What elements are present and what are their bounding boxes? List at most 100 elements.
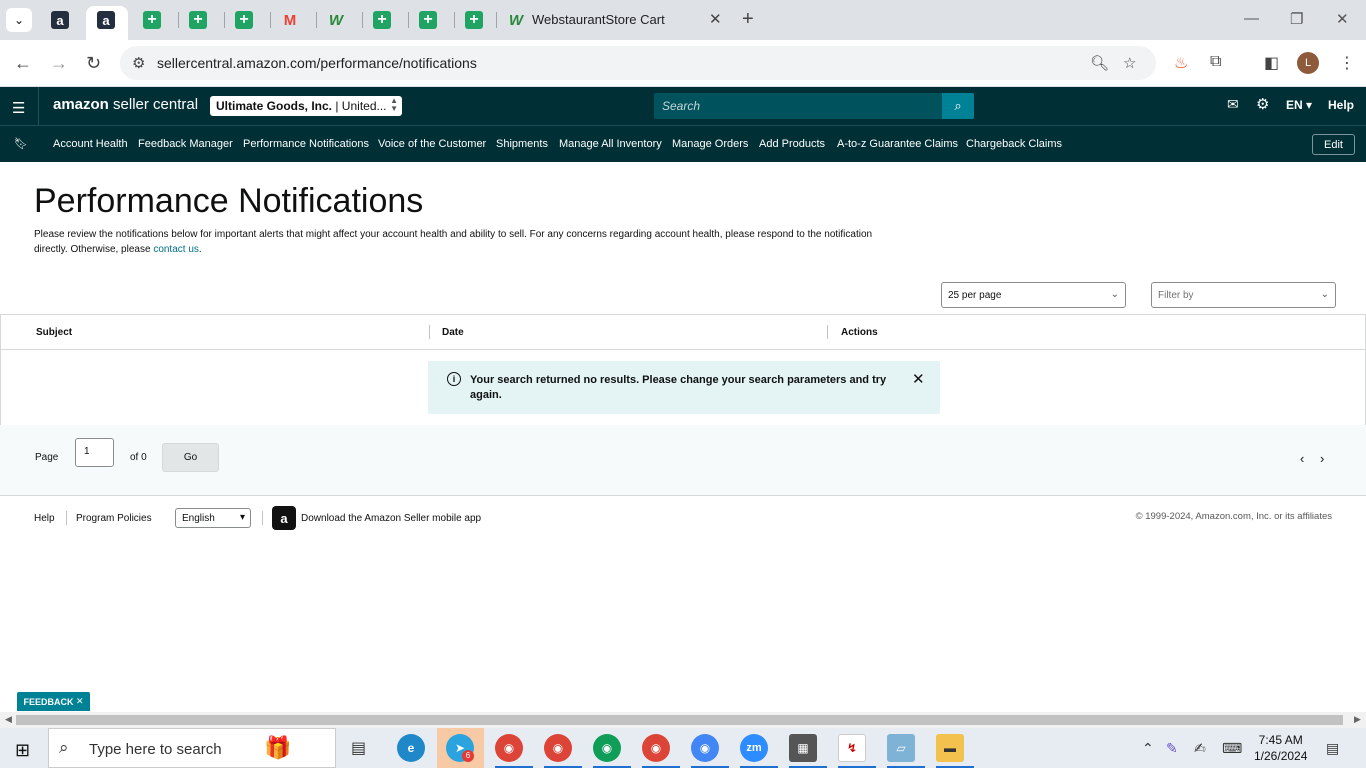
page-number-input[interactable]: 1 (75, 438, 114, 467)
footer-language-select[interactable]: English ▾ (175, 508, 251, 528)
alert-close-icon[interactable]: ✕ (912, 370, 925, 388)
seller-search-input[interactable]: Search (654, 93, 942, 119)
footer-program-policies-link[interactable]: Program Policies (76, 513, 152, 524)
browser-tab-strip: ⌄ a a + + + M W + + + W WebstaurantStore… (0, 0, 1366, 40)
bookmark-star-icon[interactable]: ☆ (1123, 54, 1136, 72)
task-view-icon[interactable]: ▤ (351, 738, 366, 758)
pen-icon[interactable]: ✎ (1166, 740, 1178, 757)
nav-a-to-z-claims[interactable]: A-to-z Guarantee Claims (837, 138, 958, 150)
nav-voice-of-customer[interactable]: Voice of the Customer (378, 138, 486, 150)
windows-taskbar: ⊞ ⌕ Type here to search 🎁 ▤ e ➤ 6 ◉ ◉ ◉ … (0, 728, 1366, 768)
scrollbar-thumb[interactable] (16, 715, 1343, 725)
nav-add-products[interactable]: Add Products (759, 138, 825, 150)
tab-webstaurant-icon[interactable]: W (507, 11, 525, 29)
tab-sheets-icon[interactable]: + (189, 11, 207, 29)
language-selector[interactable]: EN ▾ (1286, 98, 1312, 112)
minimize-icon[interactable]: — (1244, 10, 1259, 27)
next-page-icon[interactable]: › (1320, 451, 1324, 466)
zoom-icon[interactable]: 🔍︎ (1090, 54, 1109, 72)
tab-amazon-active-icon[interactable]: a (97, 11, 115, 29)
nav-shipments[interactable]: Shipments (496, 138, 548, 150)
column-subject[interactable]: Subject (36, 327, 72, 338)
browser-menu-icon[interactable]: ⋮ (1339, 53, 1355, 73)
bookmark-icon[interactable]: 🔖︎ (14, 137, 28, 150)
telegram-badge: 6 (462, 750, 474, 762)
nav-manage-orders[interactable]: Manage Orders (672, 138, 748, 150)
profile-avatar[interactable]: L (1297, 52, 1319, 74)
tab-sheets-icon[interactable]: + (143, 11, 161, 29)
tray-expand-icon[interactable]: ⌃ (1142, 740, 1154, 757)
keyboard-icon[interactable]: ⌨ (1222, 740, 1242, 757)
back-icon[interactable]: ← (14, 53, 32, 74)
forward-icon[interactable]: → (50, 53, 68, 74)
contact-us-link[interactable]: contact us (153, 244, 199, 255)
seller-central-logo[interactable]: amazon seller central (53, 96, 198, 113)
chrome-profile-icon[interactable]: ◉ (691, 734, 719, 762)
nav-manage-inventory[interactable]: Manage All Inventory (559, 138, 662, 150)
notifications-icon[interactable]: ▤ (1326, 740, 1339, 757)
chrome-profile-icon[interactable]: ◉ (495, 734, 523, 762)
taskbar-search[interactable]: ⌕ Type here to search 🎁 (48, 728, 336, 768)
tab-title[interactable]: WebstaurantStore Cart (532, 12, 665, 27)
taskbar-search-placeholder: Type here to search (89, 741, 222, 758)
footer-help-link[interactable]: Help (34, 513, 55, 524)
tab-separator (224, 12, 225, 28)
chrome-profile-icon[interactable]: ◉ (544, 734, 572, 762)
per-page-select[interactable]: 25 per page ⌄ (941, 282, 1126, 308)
tab-gmail-icon[interactable]: M (281, 11, 299, 29)
chrome-profile-icon[interactable]: ◉ (593, 734, 621, 762)
extension-fire-icon[interactable]: ♨ (1174, 53, 1188, 73)
account-region: | United... (335, 99, 387, 113)
edge-icon[interactable]: e (397, 734, 425, 762)
tab-search-dropdown-icon[interactable]: ⌄ (6, 8, 32, 32)
calculator-icon[interactable]: ▦ (789, 734, 817, 762)
hamburger-menu-icon[interactable]: ☰ (12, 99, 25, 117)
address-bar[interactable]: ⚙ sellercentral.amazon.com/performance/n… (120, 46, 1156, 80)
nav-feedback-manager[interactable]: Feedback Manager (138, 138, 233, 150)
filter-select[interactable]: Filter by ⌄ (1151, 282, 1336, 308)
footer-app-download-link[interactable]: Download the Amazon Seller mobile app (301, 513, 481, 524)
tab-close-icon[interactable]: ✕ (709, 10, 722, 28)
url-text[interactable]: sellercentral.amazon.com/performance/not… (157, 55, 477, 71)
mail-icon[interactable]: ✉ (1227, 96, 1239, 113)
tab-webstaurant-icon[interactable]: W (327, 11, 345, 29)
notepad-icon[interactable]: ▱ (887, 734, 915, 762)
new-tab-icon[interactable]: + (742, 8, 754, 31)
column-date[interactable]: Date (442, 327, 464, 338)
scroll-right-icon[interactable]: ▶ (1354, 714, 1361, 725)
prev-page-icon[interactable]: ‹ (1300, 451, 1304, 466)
side-panel-icon[interactable]: ◧ (1264, 53, 1279, 73)
zoom-app-icon[interactable]: zm (740, 734, 768, 762)
feedback-tab[interactable]: FEEDBACK ✕ (17, 692, 90, 711)
chrome-profile-icon[interactable]: ◉ (642, 734, 670, 762)
page-total-label: of 0 (130, 452, 147, 463)
window-close-icon[interactable]: ✕ (1336, 10, 1349, 28)
extensions-puzzle-icon[interactable]: ⧉ (1210, 53, 1221, 71)
nav-edit-button[interactable]: Edit (1312, 134, 1355, 155)
account-switcher[interactable]: Ultimate Goods, Inc. | United... ▲ ▼ (210, 96, 402, 116)
logo-sub-text: seller central (113, 96, 199, 113)
header-help-link[interactable]: Help (1328, 98, 1354, 112)
file-explorer-icon[interactable]: ▬ (936, 734, 964, 762)
nav-account-health[interactable]: Account Health (53, 138, 128, 150)
site-info-icon[interactable]: ⚙ (132, 54, 145, 72)
tab-sheets-icon[interactable]: + (419, 11, 437, 29)
nav-performance-notifications[interactable]: Performance Notifications (243, 138, 369, 150)
taskbar-clock[interactable]: 7:45 AM 1/26/2024 (1254, 732, 1307, 764)
reload-icon[interactable]: ↻ (86, 53, 101, 74)
tab-sheets-icon[interactable]: + (235, 11, 253, 29)
tab-sheets-icon[interactable]: + (373, 11, 391, 29)
amazon-seller-app-icon[interactable]: a (272, 506, 296, 530)
scroll-left-icon[interactable]: ◀ (5, 714, 12, 725)
nav-chargeback-claims[interactable]: Chargeback Claims (966, 138, 1062, 150)
search-icon[interactable]: ⌕ (942, 93, 974, 119)
go-button[interactable]: Go (162, 443, 219, 472)
windows-start-icon[interactable]: ⊞ (15, 740, 30, 761)
horizontal-scrollbar[interactable]: ◀ ▶ (0, 712, 1366, 728)
pen-workspace-icon[interactable]: ✍ (1194, 740, 1206, 757)
chart-app-icon[interactable]: ↯ (838, 734, 866, 762)
restore-icon[interactable]: ❐ (1290, 10, 1303, 28)
tab-amazon-icon[interactable]: a (51, 11, 69, 29)
settings-gear-icon[interactable]: ⚙ (1256, 95, 1269, 113)
tab-sheets-icon[interactable]: + (465, 11, 483, 29)
